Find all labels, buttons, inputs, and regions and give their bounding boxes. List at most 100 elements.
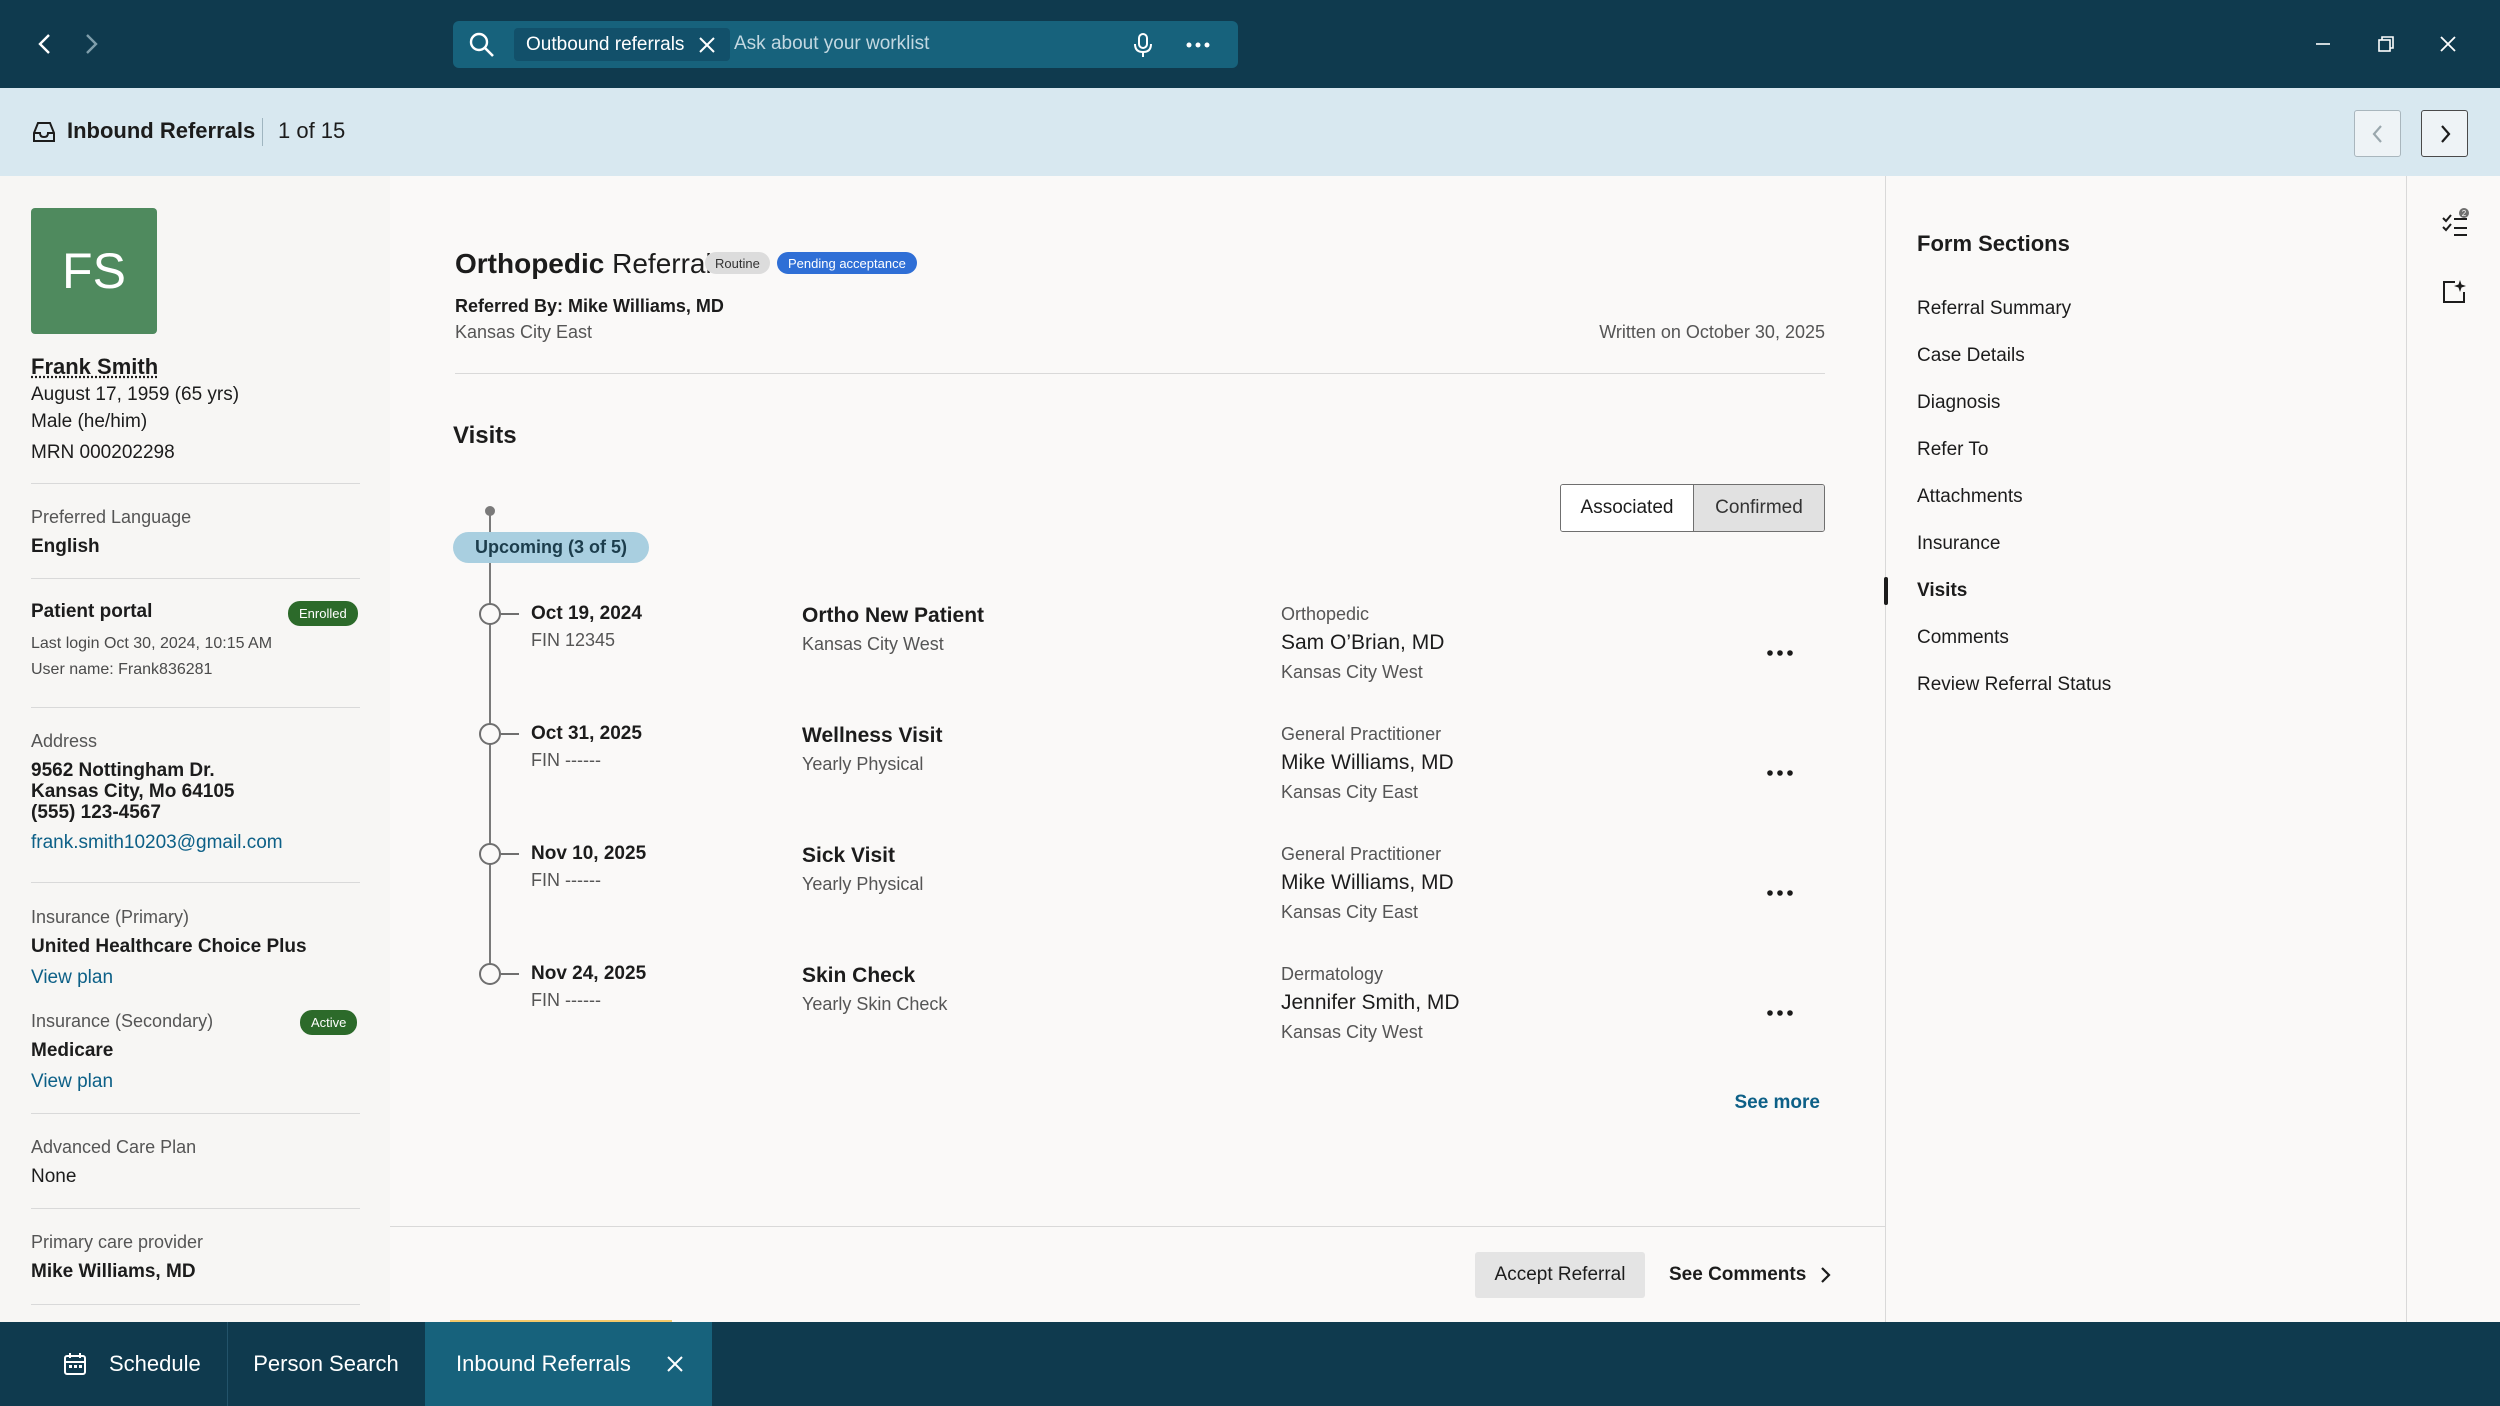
minimize-button[interactable]: [2303, 24, 2343, 64]
divider: [31, 578, 360, 579]
email-link[interactable]: frank.smith10203@gmail.com: [31, 832, 283, 854]
visit-name[interactable]: Wellness Visit: [802, 724, 942, 748]
visit-fin: FIN ------: [531, 870, 601, 890]
forward-button[interactable]: [71, 24, 111, 64]
calendar-icon: [64, 1353, 86, 1375]
visit-date: Nov 24, 2025: [531, 963, 647, 984]
referral-title-suffix: Referral: [604, 248, 712, 279]
visit-location: Kansas City West: [1281, 1022, 1423, 1042]
restore-button[interactable]: [2366, 24, 2406, 64]
visit-name[interactable]: Sick Visit: [802, 844, 895, 868]
visit-name[interactable]: Skin Check: [802, 964, 915, 988]
previous-record-button[interactable]: [2354, 110, 2401, 157]
more-options-icon[interactable]: [1762, 883, 1798, 903]
address-line-1: 9562 Nottingham Dr.: [31, 760, 215, 781]
section-link-refer-to[interactable]: Refer To: [1917, 439, 1988, 461]
insurance-secondary-label: Insurance (Secondary): [31, 1011, 214, 1031]
tab-person-search[interactable]: Person Search: [228, 1322, 424, 1406]
see-more-link[interactable]: See more: [1730, 1092, 1820, 1114]
visit-provider: Sam O’Brian, MD: [1281, 631, 1445, 654]
more-options-icon[interactable]: [1762, 643, 1798, 663]
visit-date: Nov 10, 2025: [531, 843, 647, 864]
divider: [31, 707, 360, 708]
accept-referral-button[interactable]: Accept Referral: [1475, 1252, 1645, 1298]
section-link-referral-summary[interactable]: Referral Summary: [1917, 298, 2071, 320]
timeline-node: [479, 963, 501, 985]
more-options-icon[interactable]: [1183, 31, 1213, 59]
more-options-icon[interactable]: [1762, 1003, 1798, 1023]
divider: [455, 373, 1825, 374]
divider: [31, 1304, 360, 1305]
next-record-button[interactable]: [2421, 110, 2468, 157]
visit-specialty: General Practitioner: [1281, 844, 1442, 864]
tab-schedule[interactable]: Schedule: [40, 1322, 228, 1406]
section-link-diagnosis[interactable]: Diagnosis: [1917, 392, 2000, 414]
microphone-icon[interactable]: [1130, 31, 1156, 59]
primary-care-provider-value: Mike Williams, MD: [31, 1261, 196, 1282]
active-section-indicator: [1884, 577, 1888, 605]
timeline-node: [479, 603, 501, 625]
patient-sex: Male (he/him): [31, 411, 148, 432]
visits-heading: Visits: [453, 422, 517, 449]
visit-provider: Jennifer Smith, MD: [1281, 991, 1460, 1014]
chevron-left-icon: [38, 34, 50, 54]
divider: [390, 1226, 1885, 1227]
search-input[interactable]: Ask about your worklist: [734, 33, 929, 55]
section-link-insurance[interactable]: Insurance: [1917, 533, 2000, 555]
search-filter-chip[interactable]: Outbound referrals: [514, 28, 730, 61]
divider: [31, 882, 360, 883]
section-link-attachments[interactable]: Attachments: [1917, 486, 2023, 508]
side-icon-rail: 2: [2406, 176, 2500, 1322]
tab-person-search-label: Person Search: [253, 1351, 399, 1376]
upcoming-badge: Upcoming (3 of 5): [453, 532, 649, 563]
visit-subtitle: Kansas City West: [802, 634, 944, 654]
view-plan-primary-link[interactable]: View plan: [31, 967, 113, 989]
inbox-icon: [33, 122, 55, 142]
toggle-associated[interactable]: Associated: [1561, 485, 1694, 531]
form-sections-heading: Form Sections: [1917, 231, 2070, 256]
section-link-case-details[interactable]: Case Details: [1917, 345, 2025, 367]
visit-fin: FIN 12345: [531, 630, 616, 650]
close-icon[interactable]: [665, 1354, 685, 1374]
worklist-search-bar[interactable]: Outbound referrals Ask about your workli…: [453, 21, 1238, 68]
referral-type: Orthopedic: [455, 248, 605, 279]
close-window-button[interactable]: [2428, 24, 2468, 64]
portal-last-login: Last login Oct 30, 2024, 10:15 AM: [31, 635, 273, 652]
tab-inbound-referrals[interactable]: Inbound Referrals: [425, 1322, 712, 1406]
section-link-comments[interactable]: Comments: [1917, 627, 2009, 649]
visit-name[interactable]: Ortho New Patient: [802, 604, 984, 628]
view-plan-secondary-link[interactable]: View plan: [31, 1071, 113, 1093]
visit-subtitle: Yearly Physical: [802, 874, 924, 894]
timeline-tick: [501, 733, 519, 735]
search-icon[interactable]: [467, 30, 497, 60]
toggle-confirmed[interactable]: Confirmed: [1694, 485, 1824, 531]
record-counter: 1 of 15: [278, 118, 346, 143]
ai-share-icon[interactable]: [2440, 276, 2470, 306]
section-link-visits[interactable]: Visits: [1917, 580, 1967, 602]
preferred-language-label: Preferred Language: [31, 507, 192, 527]
form-sections-panel: Form Sections Referral Summary Case Deta…: [1884, 176, 2406, 1322]
status-badge: Pending acceptance: [777, 252, 917, 274]
section-link-review-referral-status[interactable]: Review Referral Status: [1917, 674, 2111, 696]
chevron-right-icon: [1821, 1267, 1831, 1283]
visit-subtitle: Yearly Physical: [802, 754, 924, 774]
worklist-header: Inbound Referrals 1 of 15: [0, 88, 2500, 176]
task-list-icon[interactable]: 2: [2440, 208, 2470, 238]
referral-location: Kansas City East: [455, 322, 593, 342]
more-options-icon[interactable]: [1762, 763, 1798, 783]
close-icon[interactable]: [696, 34, 718, 56]
referral-detail: Orthopedic Referral Routine Pending acce…: [390, 176, 1885, 1324]
timeline-tick: [501, 853, 519, 855]
see-comments-button[interactable]: See Comments: [1669, 1252, 1832, 1298]
address-label: Address: [31, 731, 98, 751]
insurance-primary-value: United Healthcare Choice Plus: [31, 936, 307, 957]
visit-specialty: Dermatology: [1281, 964, 1384, 984]
taskbar: Schedule Person Search Inbound Referrals: [0, 1322, 2500, 1406]
priority-badge: Routine: [705, 252, 770, 274]
divider: [31, 1113, 360, 1114]
visit-filter-toggle: Associated Confirmed: [1560, 484, 1825, 532]
visit-date: Oct 19, 2024: [531, 603, 642, 624]
status-badge: Active: [300, 1010, 358, 1035]
patient-name[interactable]: Frank Smith: [31, 354, 158, 380]
back-button[interactable]: [25, 24, 65, 64]
